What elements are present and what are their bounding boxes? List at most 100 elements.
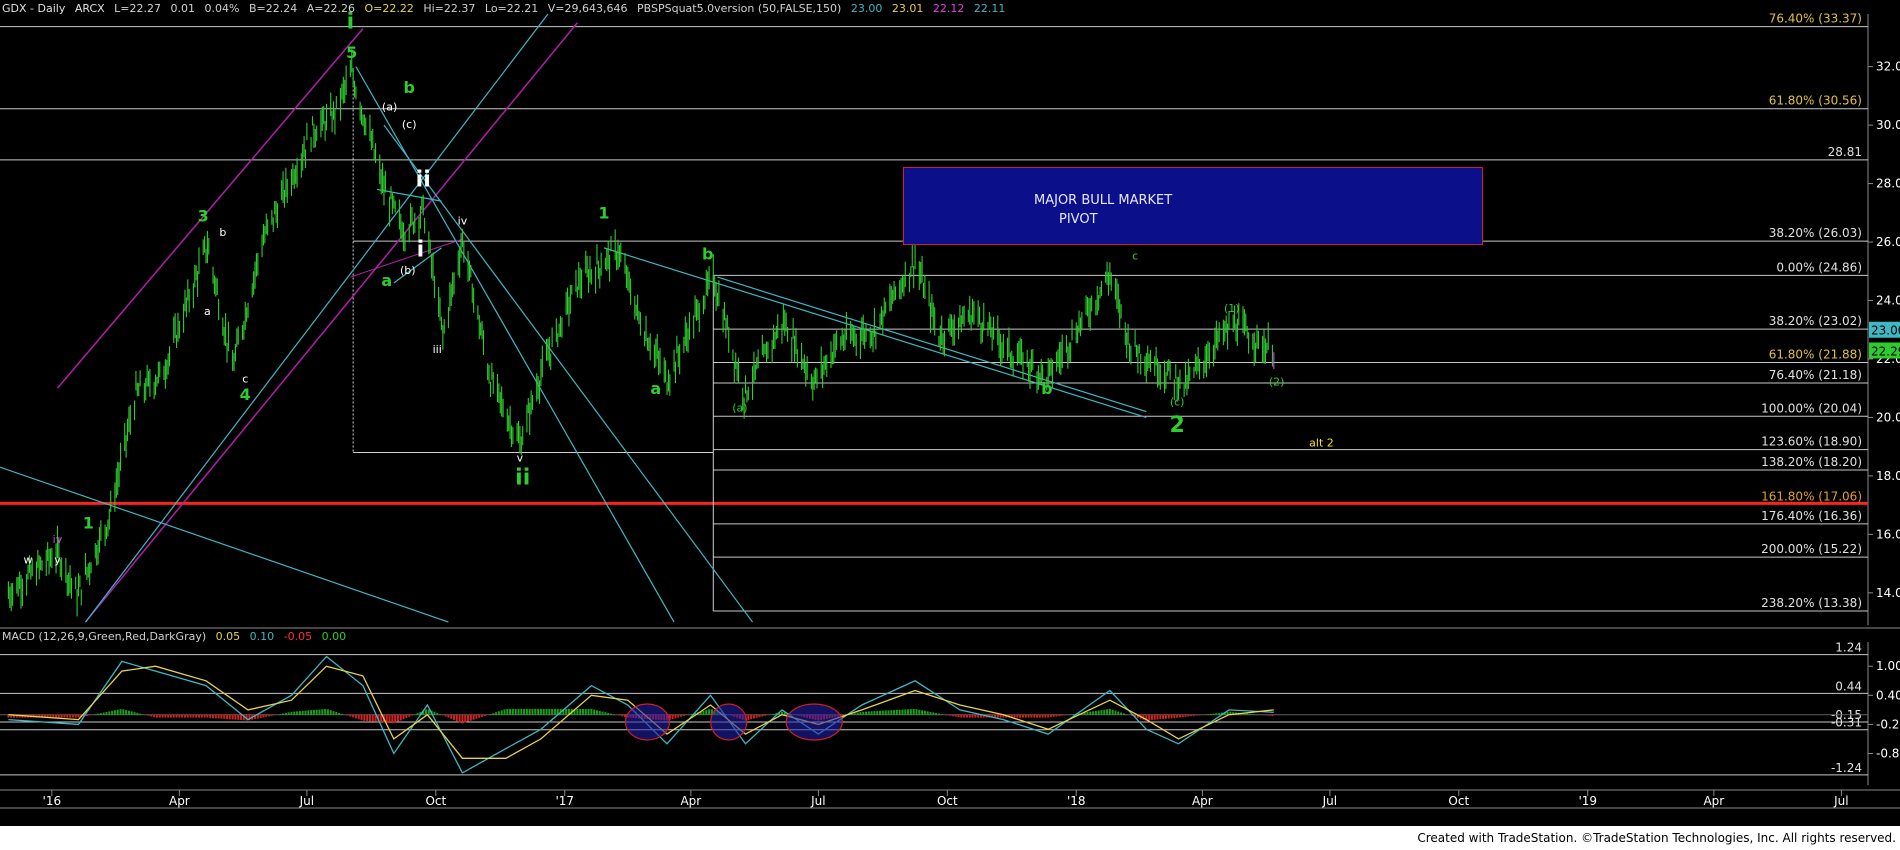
time-axis-label: Apr [680,794,701,808]
macd-value-2: 0.10 [249,630,275,643]
fib-level-label: 61.80% (21.88) [1769,347,1862,361]
low-value: Lo=22.21 [484,2,539,15]
macd-axis-label: 0.40 [1876,688,1900,702]
price-axis-label: 20.00 [1876,410,1900,424]
wave-label: (a) [732,402,747,415]
fib-level-label: 200.00% (15.22) [1761,542,1862,556]
wave-label: alt 2 [1309,437,1334,450]
symbol-label: GDX - Daily [2,2,66,15]
wave-label: (c) [402,118,417,131]
wave-label: a [381,271,392,290]
price-axis-label: 30.00 [1876,118,1900,132]
price-axis-label: 28.00 [1876,177,1900,191]
fib-level-label: 38.20% (23.02) [1769,314,1862,328]
fib-level-label: 61.80% (30.56) [1769,94,1862,108]
time-axis-label: Jul [1833,794,1848,808]
bid-value: B=22.24 [248,2,298,15]
time-axis-label: Jul [1322,794,1337,808]
price-axis-label: 24.00 [1876,293,1900,307]
time-axis-label: Oct [425,794,446,808]
fib-level-label: 123.60% (18.90) [1761,435,1862,449]
wave-label: 5 [346,43,357,62]
time-axis-label: '19 [1578,794,1597,808]
wave-label: (2) [1269,375,1285,388]
time-axis-label: '17 [555,794,574,808]
price-axis-label: 32.00 [1876,60,1900,74]
wave-label: b [1041,379,1052,398]
time-axis-label: Oct [1448,794,1469,808]
time-axis-label: Apr [169,794,190,808]
volume-value: V=29,643,646 [547,2,628,15]
macd-divergence-marker [785,703,843,741]
footer-bar: Created with TradeStation. ©TradeStation… [0,826,1900,850]
wave-label: ii [515,466,530,491]
macd-label: MACD (12,26,9,Green,Red,DarkGray) [2,630,207,643]
price-badge-label: 23.00 [1871,324,1900,338]
price-axis-label: 16.00 [1876,527,1900,541]
wave-label: v [517,451,524,464]
fib-level-label: 176.40% (16.36) [1761,509,1862,523]
macd-axis-label: -0.80 [1876,746,1900,760]
indicator-value-2: 23.01 [891,2,924,15]
macd-axis-label: 1.00 [1876,659,1900,673]
wave-label: i [417,238,425,263]
fib-level-label: 28.81 [1828,145,1862,159]
indicator-value-1: 23.00 [850,2,883,15]
wave-label: 1 [83,514,94,533]
fib-level-label: 76.40% (21.18) [1769,368,1862,382]
fib-level-label: 0.00% (24.86) [1776,260,1862,274]
wave-label: c [242,372,248,385]
wave-label: b [403,78,414,97]
macd-value-1: 0.05 [215,630,241,643]
macd-level-label: 1.24 [1835,641,1862,655]
macd-divergence-marker [710,703,748,741]
pivot-box-line2: PIVOT [1059,212,1098,227]
fib-level-label: 76.40% (33.37) [1769,12,1862,26]
change-pct: 0.04% [204,2,240,15]
fib-level-label: 138.20% (18.20) [1761,455,1862,469]
wave-label: ii [416,167,431,192]
fib-level-label: 238.20% (13.38) [1761,596,1862,610]
wave-label: iii [433,343,442,356]
indicator-value-4: 22.11 [973,2,1006,15]
wave-label: (1) [1224,302,1240,315]
time-axis-label: Apr [1703,794,1724,808]
wave-label: b [219,226,226,239]
macd-header: MACD (12,26,9,Green,Red,DarkGray) 0.05 0… [2,630,352,643]
wave-label: iv [53,533,63,546]
wave-label: 4 [240,385,251,404]
wave-label: b [702,245,713,264]
chart-header: GDX - Daily ARCX L=22.27 0.01 0.04% B=22… [2,2,1011,15]
wave-label: (c) [1170,396,1185,409]
pivot-box-line1: MAJOR BULL MARKET [1034,193,1173,208]
chart-background [0,0,1900,850]
footer-credit: Created with TradeStation. ©TradeStation… [1417,831,1896,845]
fib-level-label: 100.00% (20.04) [1761,401,1862,415]
macd-level-label: 0.44 [1835,679,1862,693]
price-axis-label: 14.00 [1876,586,1900,600]
ask-value: A=22.26 [306,2,355,15]
time-axis-label: Jul [810,794,825,808]
exchange-label: ARCX [74,2,105,15]
wave-label: a [204,305,211,318]
macd-value-3: -0.05 [283,630,313,643]
wave-label: iv [458,214,468,227]
open-value: O=22.22 [364,2,414,15]
wave-label: 3 [198,207,209,226]
wave-label: 1 [598,204,609,223]
time-axis-label: Apr [1192,794,1213,808]
wave-label: c [1132,250,1138,263]
wave-label: w [24,554,33,567]
change-value: 0.01 [170,2,196,15]
wave-label: (a) [382,100,397,113]
wave-label: a [650,379,661,398]
time-axis-label: Jul [299,794,314,808]
indicator-value-3: 22.12 [932,2,965,15]
price-chart[interactable]: 32.0030.0028.0026.0024.0022.0020.0018.00… [0,0,1900,850]
fib-level-label: 161.80% (17.06) [1761,489,1862,503]
fib-level-label: 38.20% (26.03) [1769,226,1862,240]
time-axis-label: '18 [1067,794,1086,808]
price-axis-label: 18.00 [1876,469,1900,483]
last-price: L=22.27 [114,2,162,15]
macd-level-label: -0.31 [1831,716,1862,730]
